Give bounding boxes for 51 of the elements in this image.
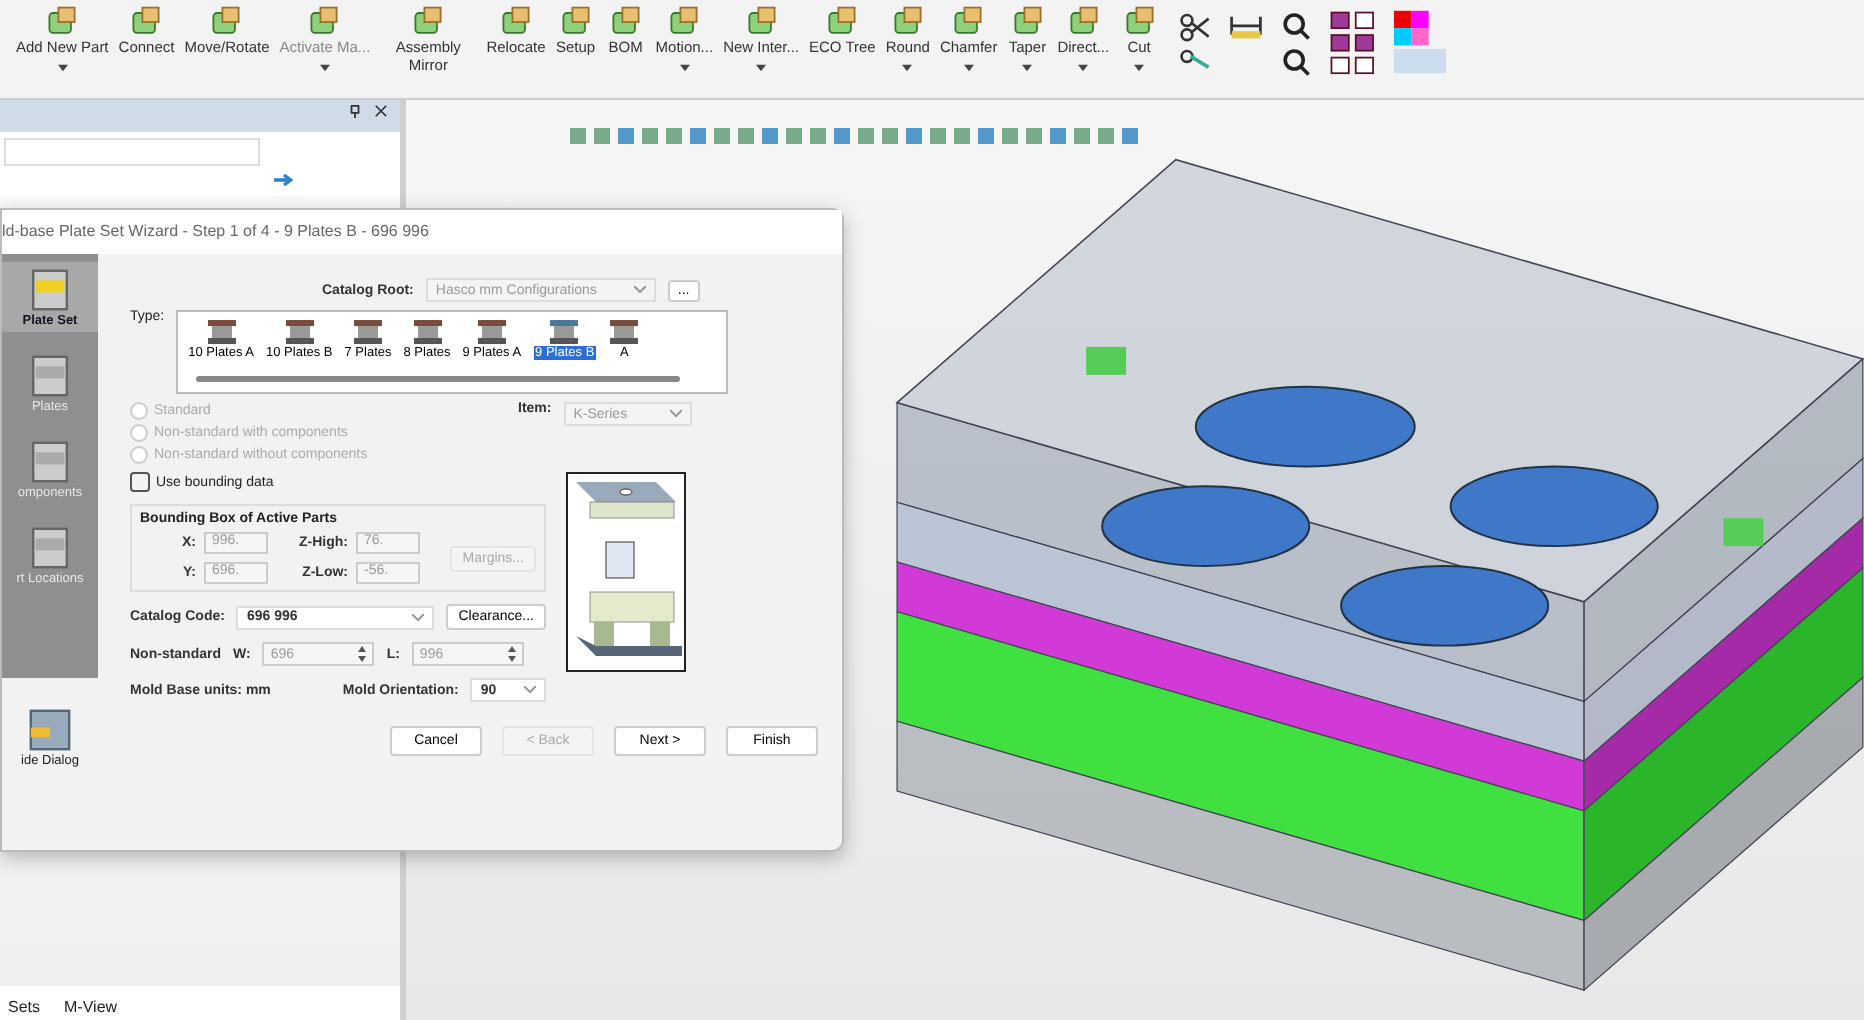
spin-arrows-icon[interactable]	[507, 646, 516, 662]
cube-icon	[1009, 4, 1046, 40]
cube-icon	[824, 4, 861, 40]
spin-arrows-icon[interactable]	[358, 646, 367, 662]
cube-icon	[44, 4, 81, 40]
caret-icon	[1022, 63, 1033, 72]
close-icon[interactable]	[374, 104, 388, 118]
arrow-icon[interactable]	[274, 172, 294, 188]
dialog-title: ld-base Plate Set Wizard - Step 1 of 4 - 9 Plates B - 696 996	[2, 210, 842, 254]
search-field[interactable]	[4, 138, 260, 166]
cube-icon	[889, 4, 926, 40]
plate-set-icon	[475, 318, 508, 346]
plate-stack-icon	[26, 352, 74, 400]
caret-icon	[633, 286, 646, 294]
pin-icon[interactable]	[348, 104, 362, 118]
caret-icon	[679, 63, 690, 72]
caret-icon	[319, 63, 330, 72]
panel-tab[interactable]: Sets	[8, 998, 41, 1016]
cube-icon	[1121, 4, 1158, 40]
caret-icon	[756, 63, 767, 72]
cube-icon	[557, 4, 594, 40]
cube-icon	[607, 4, 644, 40]
plate-stack-icon	[26, 266, 74, 314]
cube-icon	[743, 4, 780, 40]
caret-icon	[902, 63, 913, 72]
cube-icon	[128, 4, 165, 40]
cube-icon	[950, 4, 987, 40]
cube-icon	[1065, 4, 1102, 40]
plate-stack-icon	[26, 524, 74, 572]
plate-set-icon	[411, 318, 444, 346]
caret-icon	[412, 613, 425, 621]
cube-icon	[208, 4, 245, 40]
plate-set-icon	[608, 318, 641, 346]
caret-icon	[524, 686, 536, 694]
caret-icon	[669, 410, 682, 418]
dialog-window-icon	[26, 706, 74, 754]
scrollbar[interactable]	[196, 376, 681, 382]
cube-icon	[666, 4, 703, 40]
caret-icon	[1134, 63, 1145, 72]
plate-stack-icon	[26, 438, 74, 486]
plate-set-icon	[205, 318, 238, 346]
panel-tab[interactable]: M-View	[64, 998, 118, 1016]
cube-icon	[497, 4, 534, 40]
caret-icon	[1078, 63, 1089, 72]
plate-set-icon	[352, 318, 385, 346]
caret-icon	[57, 63, 68, 72]
plate-set-icon	[548, 318, 581, 346]
caret-icon	[963, 63, 974, 72]
cube-icon	[306, 4, 343, 40]
plate-set-icon	[283, 318, 316, 346]
cube-icon	[410, 4, 447, 40]
